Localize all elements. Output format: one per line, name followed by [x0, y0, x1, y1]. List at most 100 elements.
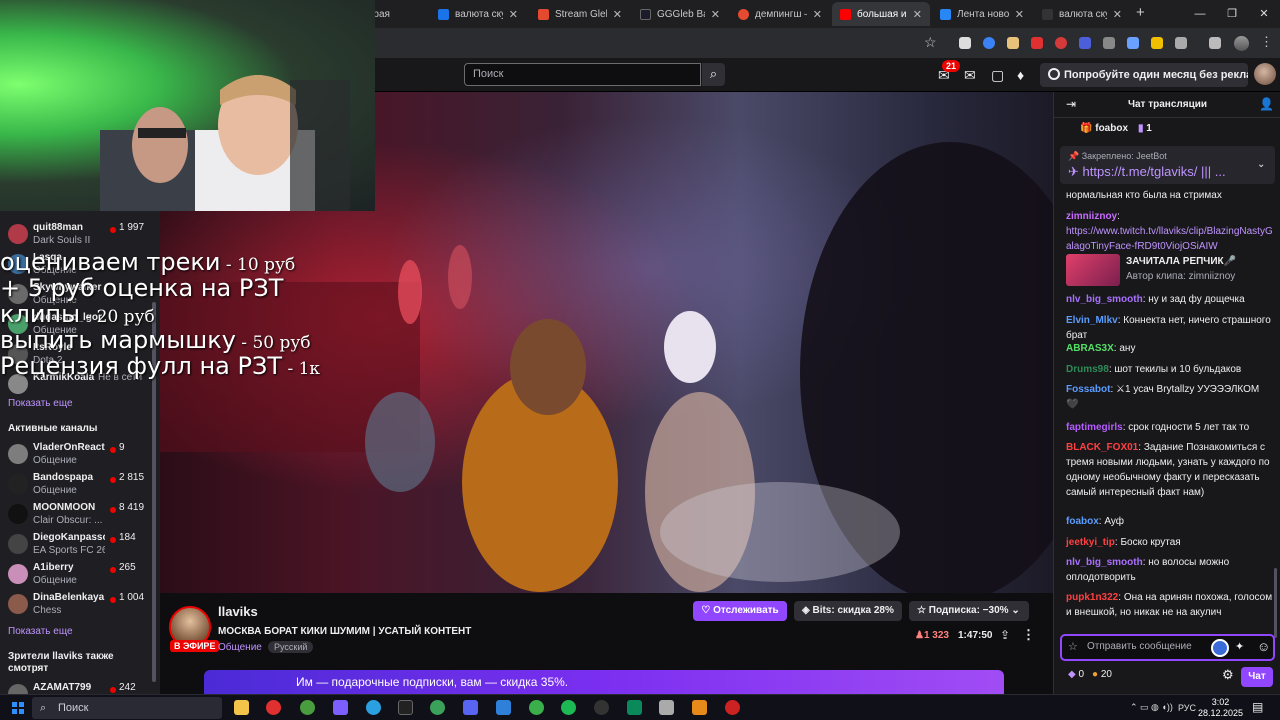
app-icon[interactable] [529, 700, 544, 715]
close-tab-icon[interactable]: ✕ [711, 8, 720, 21]
chat-link[interactable]: https://www.twitch.tv/llaviks/clip/Blazi… [1066, 226, 1273, 252]
browser-tab-active[interactable]: большая и ма ✕ [832, 2, 930, 26]
community-users-icon[interactable]: 👤 [1259, 97, 1274, 111]
language-indicator[interactable]: РУС [1178, 703, 1196, 713]
chat-username[interactable]: Elvin_Mlkv [1066, 315, 1118, 326]
show-more-link[interactable]: Показать еще [8, 398, 73, 409]
sidebar-channel-row[interactable]: DinaBelenkaya Chess 1 004 [0, 590, 152, 620]
sidebar-channel-row[interactable]: VladerOnReact Общение 9 [0, 440, 152, 470]
notification-center-icon[interactable]: ▤ [1252, 700, 1263, 714]
chevron-down-icon[interactable]: ⌄ [1257, 159, 1265, 170]
chat-send-button[interactable]: Чат [1241, 667, 1273, 687]
inbox-icon[interactable]: ✉ [964, 67, 976, 84]
discord-icon[interactable] [463, 700, 478, 715]
chat-username[interactable]: nlv_big_smooth [1066, 557, 1143, 568]
chat-username[interactable]: nlv_big_smooth [1066, 294, 1143, 305]
chat-settings-icon[interactable]: ⚙ [1222, 667, 1234, 683]
extension-icon[interactable] [1151, 37, 1163, 49]
vscode-icon[interactable] [496, 700, 511, 715]
stream-language-tag[interactable]: Русский [268, 641, 314, 653]
app-icon[interactable] [333, 700, 348, 715]
clip-preview-card[interactable]: ЗАЧИТАЛА РЕПЧИК🎤 Автор клипа: zimniiznoy [1066, 254, 1266, 286]
pinned-message[interactable]: 📌 Закреплено: JeetBot ✈ https://t.me/tgl… [1060, 146, 1275, 184]
top-gifter-leaderboard[interactable]: 🎁 foabox ▮ 1 [1080, 123, 1152, 134]
chat-username[interactable]: foabox [1066, 516, 1099, 527]
close-tab-icon[interactable]: ✕ [813, 8, 822, 21]
browser-menu-icon[interactable]: ⋮ [1260, 34, 1273, 50]
sidebar-channel-row[interactable]: Bandospapa Общение 2 815 [0, 470, 152, 500]
chat-username[interactable]: ABRAS3X [1066, 343, 1114, 354]
extension-icon[interactable] [1103, 37, 1115, 49]
chat-username[interactable]: zimniiznoy [1066, 211, 1117, 222]
telegram-icon[interactable] [366, 700, 381, 715]
subscribe-button[interactable]: ☆ Подписка: −30% ⌄ [909, 601, 1029, 621]
chat-username[interactable]: Drums98 [1066, 364, 1109, 375]
extension-icon[interactable] [1079, 37, 1091, 49]
extension-icon[interactable] [983, 37, 995, 49]
follow-button[interactable]: ♡ Отслеживать [693, 601, 787, 621]
channel-points[interactable]: ◆ 0 ● 20 [1068, 669, 1112, 680]
chrome-icon[interactable] [300, 700, 315, 715]
streamer-name[interactable]: llaviks [218, 604, 258, 619]
puzzle-icon[interactable] [1175, 37, 1187, 49]
pinned-link[interactable]: ✈ https://t.me/tglaviks/ ||| ... [1068, 164, 1226, 180]
gift-sub-promo-banner[interactable]: Им — подарочные подписки, вам — скидка 3… [204, 670, 1004, 694]
vlc-icon[interactable] [692, 700, 707, 715]
obs-icon[interactable] [594, 700, 609, 715]
file-explorer-icon[interactable] [234, 700, 249, 715]
stream-category-link[interactable]: Общение [218, 642, 262, 653]
chat-star-icon[interactable]: ☆ [1068, 640, 1078, 653]
chat-username[interactable]: Fossabot [1066, 384, 1110, 395]
extension-icon[interactable] [1055, 37, 1067, 49]
emoji-picker-icon[interactable]: ☺ [1257, 639, 1270, 654]
app-icon[interactable] [398, 700, 413, 715]
chat-username[interactable]: jeetkyi_tip [1066, 537, 1115, 548]
close-tab-icon[interactable]: ✕ [913, 8, 922, 21]
chat-username[interactable]: faptimegirls [1066, 422, 1123, 433]
media-control-icon[interactable] [1209, 37, 1221, 49]
search-input[interactable]: Поиск [464, 63, 701, 86]
browser-tab[interactable]: демпингш — У ✕ [730, 2, 830, 26]
chrome-icon[interactable] [430, 700, 445, 715]
sidebar-channel-row[interactable]: DiegoKanpasso EA Sports FC 26 184 [0, 530, 152, 560]
chat-username[interactable]: BLACK_FOX01 [1066, 442, 1138, 453]
app-icon[interactable] [725, 700, 740, 715]
browser-profile-avatar[interactable] [1234, 36, 1249, 51]
sidebar-channel-row[interactable]: A1iberry Общение 265 [0, 560, 152, 590]
chat-username[interactable]: pupk1n322 [1066, 592, 1118, 603]
browser-tab[interactable]: Лента новост ✕ [932, 2, 1032, 26]
browser-tab[interactable]: валюта скурп ✕ [1034, 2, 1130, 26]
windows-start-icon[interactable] [12, 702, 24, 714]
chat-extension-icon[interactable] [1211, 639, 1229, 657]
taskbar-clock[interactable]: 3:02 28.12.2025 [1198, 697, 1243, 719]
browser-tab[interactable]: GGGleb Babki ✕ [632, 2, 728, 26]
bookmark-star-icon[interactable]: ☆ [924, 34, 937, 51]
bits-cheer-icon[interactable]: ✦ [1235, 640, 1244, 653]
extension-icon[interactable] [1007, 37, 1019, 49]
close-tab-icon[interactable]: ✕ [1015, 8, 1024, 21]
yandex-browser-icon[interactable] [266, 700, 281, 715]
minimize-button[interactable]: — [1184, 0, 1216, 28]
new-tab-button[interactable]: + [1136, 4, 1145, 21]
close-tab-icon[interactable]: ✕ [613, 8, 622, 21]
bits-button[interactable]: ◈ Bits: скидка 28% [794, 601, 902, 621]
browser-tab[interactable]: валюта скучал ✕ [430, 2, 526, 26]
whispers-icon[interactable]: ▢ [991, 67, 1004, 84]
maximize-button[interactable]: ❐ [1216, 0, 1248, 28]
crown-icon[interactable]: ♦ [1017, 67, 1024, 83]
extension-icon[interactable] [1031, 37, 1043, 49]
extension-icon[interactable] [959, 37, 971, 49]
app-icon[interactable] [659, 700, 674, 715]
user-avatar[interactable] [1254, 63, 1276, 85]
taskbar-search-input[interactable]: ⌕ Поиск [32, 697, 222, 719]
chat-scrollbar[interactable] [1274, 568, 1277, 638]
ad-free-promo-button[interactable]: Попробуйте один месяц без рекламы [1040, 63, 1248, 87]
share-icon[interactable]: ⇪ [1000, 628, 1010, 642]
close-tab-icon[interactable]: ✕ [509, 8, 518, 21]
search-button[interactable]: ⌕ [702, 63, 725, 86]
browser-tab[interactable]: Stream Gleb Bab ✕ [530, 2, 630, 26]
spotify-icon[interactable] [561, 700, 576, 715]
extension-icon[interactable] [1127, 37, 1139, 49]
app-icon[interactable] [627, 700, 642, 715]
close-tab-icon[interactable]: ✕ [1113, 8, 1122, 21]
